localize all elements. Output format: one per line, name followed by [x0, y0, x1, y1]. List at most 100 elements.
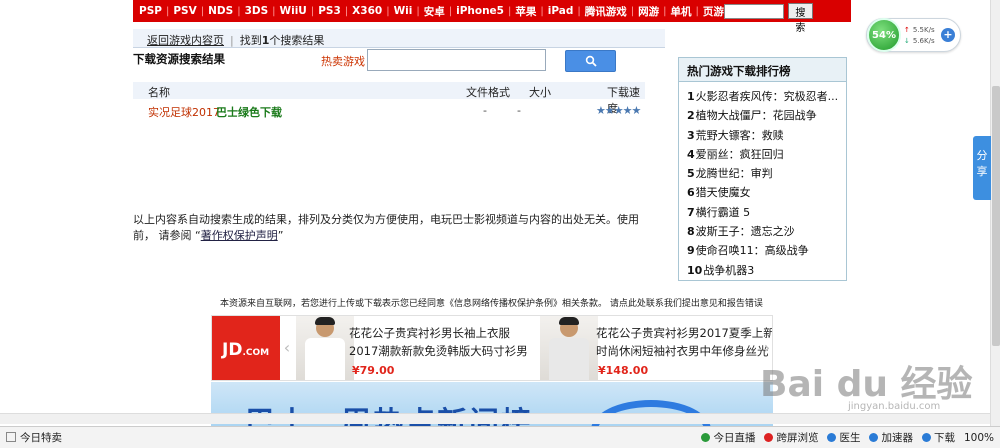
- copyright-link[interactable]: 著作权保护声明: [201, 229, 278, 242]
- nav-link[interactable]: 苹果: [515, 4, 536, 19]
- rank-number: 7: [687, 205, 695, 219]
- rank-title[interactable]: 战争机器3: [703, 264, 754, 277]
- product-title[interactable]: 花花公子贵宾衬衫男长袖上衣服2017潮款新款免烫韩版大码寸衫男: [349, 324, 529, 360]
- rank-number: 5: [687, 167, 695, 181]
- upload-speed: ↑ 5.5K/s: [904, 26, 935, 34]
- rank-number: 6: [687, 186, 695, 200]
- nav-link[interactable]: iPad: [548, 5, 574, 17]
- nav-link[interactable]: 页游: [703, 4, 724, 19]
- rank-number: 8: [687, 225, 695, 239]
- ranking-item[interactable]: 4爱丽丝：疯狂回归: [687, 146, 846, 165]
- nav-link[interactable]: PSP: [139, 5, 162, 17]
- share-tab[interactable]: 分享: [973, 136, 991, 200]
- ranking-item[interactable]: 6猎天使魔女: [687, 184, 846, 203]
- product-image[interactable]: [540, 316, 598, 380]
- status-tools: 今日直播 跨屏浏览 医生 加速器 下载 100%: [701, 430, 1000, 445]
- chevron-left-icon[interactable]: ‹: [282, 338, 292, 358]
- table-row[interactable]: 实况足球2017 巴士绿色下载 - - ★★★★★: [133, 102, 645, 120]
- col-size: 大小: [529, 86, 551, 99]
- rank-number: 2: [687, 109, 695, 123]
- today-deals[interactable]: 今日特卖: [0, 430, 62, 445]
- top-search-button[interactable]: 搜索: [788, 3, 813, 34]
- nav-links: PSP | PSV | NDS | 3DS | WiiU | PS3 | X360 | Wii | 安卓 | iPh…: [139, 4, 724, 19]
- results-table-header: 名称 文件格式 大小 下载速度: [133, 82, 645, 115]
- status-item[interactable]: 今日直播: [701, 430, 755, 445]
- vertical-scrollbar[interactable]: [990, 0, 1000, 430]
- horizontal-scrollbar[interactable]: [0, 413, 990, 424]
- rank-title[interactable]: 横行霸道 5: [696, 206, 751, 219]
- rank-title[interactable]: 植物大战僵尸：花园战争: [696, 109, 817, 122]
- breadcrumb: 返回游戏内容页 | 找到1个搜索结果: [133, 29, 665, 48]
- nav-link[interactable]: PS3: [318, 5, 341, 17]
- top-nav-bar: PSP | PSV | NDS | 3DS | WiiU | PS3 | X360 | Wii | 安卓 | iPh…: [133, 0, 851, 34]
- ranking-item[interactable]: 8波斯王子：遗忘之沙: [687, 223, 846, 242]
- status-item[interactable]: 加速器: [869, 430, 913, 445]
- nav-link[interactable]: 安卓: [424, 4, 445, 19]
- divider: |: [230, 34, 234, 47]
- nav-divider: |: [165, 5, 170, 17]
- nav-link[interactable]: iPhone5: [456, 5, 504, 17]
- disclaimer[interactable]: 本资源来自互联网，若您进行上传或下载表示您已经同意《信息网络传播权保护条例》相关…: [220, 296, 763, 309]
- status-icon: [921, 433, 931, 442]
- result-title[interactable]: 实况足球2017: [148, 104, 220, 120]
- rank-number: 3: [687, 128, 695, 142]
- ranking-item[interactable]: 5龙腾世纪：审判: [687, 165, 846, 184]
- game-search-input[interactable]: [367, 49, 546, 71]
- scrollbar-thumb[interactable]: [992, 86, 1000, 346]
- ranking-item[interactable]: 10战争机器3: [687, 262, 846, 281]
- rank-title[interactable]: 荒野大镖客：救赎: [696, 129, 784, 142]
- ranking-item[interactable]: 3荒野大镖客：救赎: [687, 127, 846, 146]
- rank-number: 4: [687, 147, 695, 161]
- nav-divider: |: [695, 5, 699, 17]
- top-search-input[interactable]: [723, 3, 785, 19]
- rank-title[interactable]: 波斯王子：遗忘之沙: [696, 225, 795, 238]
- jd-ad[interactable]: JD.COM ‹ 花花公子贵宾衬衫男长袖上衣服2017潮款新款免烫韩版大码寸衫男…: [211, 315, 773, 381]
- status-item[interactable]: 100%: [964, 432, 994, 444]
- nav-link[interactable]: 腾讯游戏: [585, 4, 627, 19]
- ranking-title: 热门游戏下载排行榜: [679, 58, 846, 82]
- nav-link[interactable]: 网游: [638, 4, 659, 19]
- game-search-button[interactable]: [565, 50, 616, 72]
- rank-title[interactable]: 使命召唤11：高级战争: [696, 244, 809, 257]
- status-item[interactable]: 跨屏浏览: [764, 430, 818, 445]
- nav-divider: |: [663, 5, 667, 17]
- nav-link[interactable]: 3DS: [245, 5, 269, 17]
- rank-title[interactable]: 龙腾世纪：审判: [696, 167, 773, 180]
- back-to-game-link[interactable]: 返回游戏内容页: [147, 34, 224, 47]
- nav-link[interactable]: X360: [352, 5, 382, 17]
- nav-link[interactable]: WiiU: [280, 5, 307, 17]
- nav-link[interactable]: 单机: [670, 4, 691, 19]
- arrow-down-icon: ↓: [904, 37, 910, 45]
- rank-title[interactable]: 猎天使魔女: [696, 186, 751, 199]
- rank-title[interactable]: 火影忍者疾风传：究极忍者...: [696, 90, 839, 103]
- nav-link[interactable]: PSV: [173, 5, 196, 17]
- ranking-item[interactable]: 7横行霸道 5: [687, 204, 846, 223]
- rank-number: 10: [687, 263, 703, 277]
- result-format: -: [483, 104, 487, 117]
- nav-divider: |: [630, 5, 635, 17]
- nav-divider: |: [577, 5, 581, 17]
- plus-icon[interactable]: +: [941, 28, 955, 42]
- product-image[interactable]: [296, 316, 354, 380]
- ranking-item[interactable]: 9使命召唤11：高级战争: [687, 242, 846, 261]
- results-heading: 下载资源搜索结果: [133, 52, 225, 66]
- product-title[interactable]: 花花公子贵宾衬衫男2017夏季上新时尚休闲短袖衬衣男中年修身丝光: [596, 324, 772, 360]
- network-speed-widget[interactable]: 54% ↑ 5.5K/s ↓ 5.6K/s +: [866, 18, 961, 52]
- search-notice: 以上内容系自动搜索生成的结果，排列及分类仅为方便使用，电玩巴士影视频道与内容的出…: [133, 213, 639, 242]
- nav-link[interactable]: NDS: [208, 5, 233, 17]
- nav-link[interactable]: Wii: [394, 5, 413, 17]
- hot-games-label[interactable]: 热卖游戏: [321, 53, 365, 69]
- nav-divider: |: [272, 5, 276, 17]
- status-item[interactable]: 下载: [921, 430, 955, 445]
- status-bar: 今日特卖 今日直播 跨屏浏览 医生 加速器 下载 100%: [0, 426, 1000, 448]
- col-name: 名称: [148, 86, 170, 99]
- status-icon: [701, 433, 711, 442]
- rank-title[interactable]: 爱丽丝：疯狂回归: [696, 148, 784, 161]
- download-speed: ↓ 5.6K/s: [904, 37, 935, 45]
- result-size: -: [517, 104, 521, 117]
- status-item[interactable]: 医生: [827, 430, 860, 445]
- ranking-item[interactable]: 1火影忍者疾风传：究极忍者...: [687, 88, 846, 107]
- result-download-link[interactable]: 巴士绿色下载: [216, 104, 282, 120]
- ranking-item[interactable]: 2植物大战僵尸：花园战争: [687, 107, 846, 126]
- nav-divider: |: [310, 5, 315, 17]
